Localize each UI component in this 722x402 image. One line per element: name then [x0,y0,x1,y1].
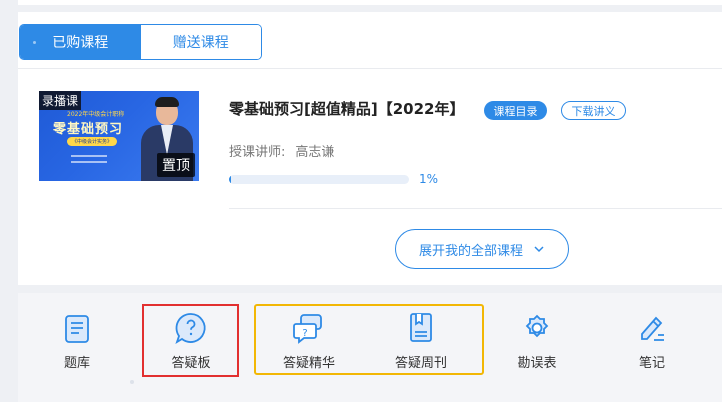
question-bank-icon [65,315,89,343]
tool-notes-label: 笔记 [638,356,665,371]
course-tabs: 已购课程 赠送课程 [19,24,262,60]
download-handout-button[interactable]: 下载讲义 [561,101,626,120]
red-highlight-box [142,304,239,377]
tab-decoration-dot [33,41,36,44]
tool-errata-label: 勘误表 [517,356,557,371]
thumbnail-subject-pill: 《中级会计实务》 [67,137,118,146]
teacher-info: 授课讲师: 高志谦 [229,141,334,160]
tabs-divider [18,68,722,69]
course-divider [229,208,722,209]
course-title[interactable]: 零基础预习[超值精品]【2022年】 [229,98,464,119]
course-progress-bar [229,175,409,184]
thumbnail-headline: 零基础预习 [53,122,124,137]
errata-gear-icon [525,314,549,338]
teacher-label: 授课讲师: [229,145,286,160]
teacher-name: 高志谦 [295,145,335,160]
tool-question-bank[interactable]: 题库 [42,310,112,371]
recorded-course-tag: 录播课 [39,91,82,110]
course-progress-text: 1% [419,172,439,186]
top-card-strip [18,0,722,5]
pin-to-top-button[interactable]: 置顶 [157,153,195,177]
tool-question-bank-label: 题库 [63,356,90,371]
yellow-highlight-box [254,304,484,375]
notes-pen-icon [641,316,664,341]
decoration-dot [130,380,134,384]
thumbnail-subtitle: 2022年中级会计职称 [67,111,125,118]
tab-gifted-courses[interactable]: 赠送课程 [140,25,261,59]
expand-all-courses-button[interactable]: 展开我的全部课程 [395,229,569,269]
chevron-down-icon [534,246,544,253]
tool-errata[interactable]: 勘误表 [502,310,572,371]
thumbnail-text-lines [71,155,111,175]
course-thumbnail[interactable]: 录播课 2022年中级会计职称 零基础预习 《中级会计实务》 置顶 [39,91,199,181]
tab-purchased-courses[interactable]: 已购课程 [20,25,141,59]
expand-all-courses-label: 展开我的全部课程 [418,243,523,259]
tool-notes[interactable]: 笔记 [617,310,687,371]
course-catalog-button[interactable]: 课程目录 [484,101,547,120]
